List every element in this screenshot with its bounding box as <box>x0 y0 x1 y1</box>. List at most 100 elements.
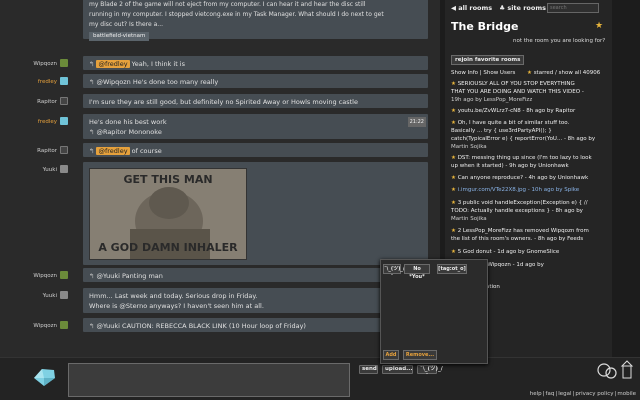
starred-item[interactable]: ★ i.imgur.com/VTe22X8.jpg - 10h ago by S… <box>451 186 601 194</box>
star-icon[interactable]: ★ <box>595 21 603 31</box>
star-icon: ★ <box>451 175 456 181</box>
shrug-button[interactable]: ¯\_(ツ)_/¯ <box>417 365 443 379</box>
message-text: @Rapitor Mononoke <box>96 128 162 136</box>
avatar[interactable] <box>60 117 68 125</box>
starred-item[interactable]: ★ Oh, I have quite a bit of similar stuf… <box>451 119 601 151</box>
avatar[interactable] <box>60 165 68 173</box>
footer-link-help[interactable]: help <box>530 391 542 397</box>
starred-item[interactable]: ★ Can anyone reproduce? - 4h ago by Unio… <box>451 174 601 182</box>
star-icon: ★ <box>451 108 456 114</box>
avatar[interactable] <box>60 271 68 279</box>
image-attachment[interactable]: GET THIS MAN A GOD DAMN INHALER <box>89 168 247 260</box>
footer-links: help|faq|legal|privacy policy|mobile <box>529 391 636 397</box>
all-rooms-link[interactable]: ◀ all rooms <box>451 4 492 12</box>
canned-replies-popup: ¯\_(ツ)_/¯ No *You* [tag:ot_o] Add Remove… <box>380 259 488 364</box>
star-icon: ★ <box>451 200 456 206</box>
message-bubble[interactable]: ↰ @fredley of course <box>83 143 428 157</box>
star-icon: ★ <box>451 249 456 255</box>
message-user[interactable]: Wipqozn <box>2 268 68 279</box>
reply-icon[interactable]: ↰ <box>89 60 94 68</box>
message-text: my disc out? Is there a... <box>89 21 164 28</box>
image-caption-bottom: A GOD DAMN INHALER <box>98 241 238 254</box>
tag-badge[interactable]: battlefield-vietnam <box>89 32 150 41</box>
search-input[interactable] <box>547 3 599 13</box>
star-icon: ★ <box>451 228 456 234</box>
message-bubble[interactable]: ↰ @fredley Yeah, I think it is <box>83 56 428 70</box>
message-bubble[interactable]: Hmm... Last week and today. Serious drop… <box>83 288 428 313</box>
right-strip <box>612 0 640 357</box>
message-bubble[interactable]: my Blade 2 of the game will not eject fr… <box>83 0 428 41</box>
mention[interactable]: @fredley <box>96 60 130 68</box>
popup-shrug-button[interactable]: ¯\_(ツ)_/¯ <box>383 264 405 280</box>
message-text: He's done his best work <box>89 118 167 126</box>
popup-remove-button[interactable]: Remove... <box>403 350 437 360</box>
star-icon: ★ <box>451 81 456 87</box>
message-user[interactable]: Wipqozn <box>2 318 68 329</box>
room-description[interactable]: not the room you are looking for? <box>513 38 605 44</box>
message-user[interactable]: Yuuki <box>2 162 68 173</box>
avatar[interactable] <box>60 291 68 299</box>
starred-item[interactable]: ★ youtu.be/ZvWLrz7-cN8 - 8h ago by Rapit… <box>451 107 601 115</box>
image-caption-top: GET THIS MAN <box>123 173 213 186</box>
message-user[interactable]: fredley <box>2 74 68 85</box>
starred-item[interactable]: ★ 5 God donut - 1d ago by GnomeSlice <box>451 248 601 256</box>
avatar[interactable] <box>60 146 68 154</box>
message-user[interactable]: Yuuki <box>2 288 68 299</box>
message-user[interactable]: Rapitor <box>2 143 68 154</box>
message-bubble[interactable]: I'm sure they are still good, but defini… <box>83 94 428 108</box>
message-bubble[interactable]: He's done his best work ↰ @Rapitor Monono… <box>83 114 428 139</box>
starred-item[interactable]: ★ SERIOUSLY ALL OF YOU STOP EVERYTHING TH… <box>451 80 601 104</box>
message-text: @Yuuki Panting man <box>96 272 163 280</box>
gem-logo-icon <box>34 369 55 386</box>
message-bubble[interactable]: ↰ @Wipqozn He's done too many really <box>83 74 428 88</box>
message-text: Hmm... Last week and today. Serious drop… <box>89 292 258 300</box>
star-icon: ★ <box>527 70 532 76</box>
message-text: running in my computer. I stopped vietco… <box>89 11 384 18</box>
message-text: @Wipqozn He's done too many really <box>96 78 219 86</box>
room-links: ◀ all rooms ♣ site rooms <box>451 4 551 12</box>
popup-add-button[interactable]: Add <box>383 350 399 360</box>
footer-link-mobile[interactable]: mobile <box>617 391 636 397</box>
site-rooms-link[interactable]: ♣ site rooms <box>499 4 546 12</box>
show-info-links[interactable]: Show Info | Show Users <box>451 70 515 76</box>
message-text: my Blade 2 of the game will not eject fr… <box>89 1 366 8</box>
star-icon: ★ <box>451 187 456 193</box>
footer-link-privacy[interactable]: privacy policy <box>575 391 613 397</box>
reply-icon[interactable]: ↰ <box>89 147 94 155</box>
message-user[interactable]: Wipqozn <box>2 56 68 67</box>
send-button[interactable]: send <box>359 365 378 374</box>
room-title: The Bridge <box>451 20 519 33</box>
star-icon: ★ <box>451 155 456 161</box>
message-bubble[interactable]: ↰ @Yuuki Panting man <box>83 268 428 282</box>
avatar[interactable] <box>60 59 68 67</box>
message-text: of course <box>131 147 162 155</box>
starred-item[interactable]: ★ 2 LessPop_MoreFizz has removed Wipqozn… <box>451 227 601 243</box>
upload-button[interactable]: upload... <box>382 365 413 374</box>
message-user[interactable]: fredley <box>2 114 68 125</box>
chat-panel: my Blade 2 of the game will not eject fr… <box>0 0 440 357</box>
starred-item[interactable]: ★ DST: messing thing up since (I'm too l… <box>451 154 601 170</box>
chat-input[interactable] <box>68 363 350 397</box>
starred-item[interactable]: ★ 3 public void handleException(Exceptio… <box>451 199 601 223</box>
message-bubble[interactable]: ↰ @Yuuki CAUTION: REBECCA BLACK LINK (10 … <box>83 318 428 332</box>
footer-link-faq[interactable]: faq <box>546 391 555 397</box>
chat-bubbles-icon <box>597 360 634 379</box>
message-user[interactable]: Rapitor <box>2 94 68 105</box>
avatar[interactable] <box>60 97 68 105</box>
avatar[interactable] <box>60 77 68 85</box>
message-text: @Yuuki CAUTION: REBECCA BLACK LINK (10 H… <box>96 322 306 330</box>
message-bubble[interactable]: GET THIS MAN A GOD DAMN INHALER <box>83 162 428 265</box>
input-bar: send upload... ¯\_(ツ)_/¯ help|faq|legal|… <box>0 357 640 400</box>
reply-icon[interactable]: ↰ <box>89 78 94 86</box>
popup-tag-button[interactable]: [tag:ot_o] <box>437 264 467 274</box>
rejoin-favorites-button[interactable]: rejoin favorite rooms <box>451 55 525 65</box>
starred-header[interactable]: ★ starred / show all 40906 <box>527 70 600 76</box>
footer-link-legal[interactable]: legal <box>558 391 571 397</box>
avatar[interactable] <box>60 321 68 329</box>
reply-icon[interactable]: ↰ <box>89 322 94 330</box>
mention[interactable]: @fredley <box>96 147 130 155</box>
reply-icon[interactable]: ↰ <box>89 128 94 136</box>
popup-no-you-button[interactable]: No *You* <box>404 264 430 280</box>
reply-icon[interactable]: ↰ <box>89 272 94 280</box>
timestamp: 21:22 <box>407 117 426 127</box>
